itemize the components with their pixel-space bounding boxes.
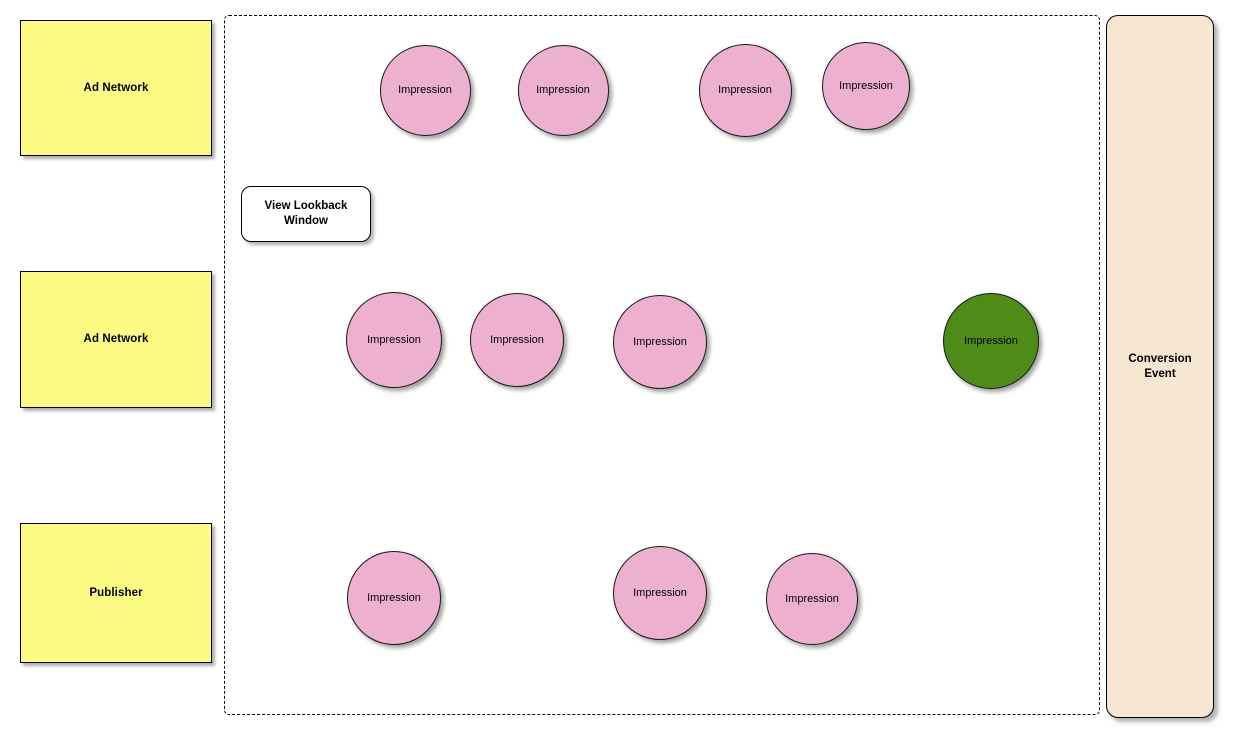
- conversion-label-line-2: Event: [1144, 367, 1176, 380]
- impression-node-label: Impression: [633, 335, 687, 348]
- impression-node-label: Impression: [785, 592, 839, 605]
- impression-node-label: Impression: [367, 333, 421, 346]
- impression-node: Impression: [766, 553, 858, 645]
- impression-node: Impression: [822, 42, 910, 130]
- impression-node: Impression: [379, 44, 471, 136]
- actor-box-label: Ad Network: [83, 81, 149, 94]
- impression-node: Impression: [470, 293, 564, 387]
- impression-node: Impression: [347, 551, 441, 645]
- actor-box-ad-network: Ad Network: [20, 271, 212, 408]
- view-lookback-window-callout: View Lookback Window: [241, 186, 371, 242]
- impression-node-label: Impression: [367, 591, 421, 604]
- impression-node: Impression: [698, 43, 792, 137]
- callout-label-line-2: Window: [284, 215, 328, 227]
- actor-box-label: Publisher: [89, 586, 143, 599]
- impression-node-attributed: Impression: [943, 293, 1039, 389]
- impression-node-label: Impression: [964, 334, 1018, 347]
- impression-node: Impression: [346, 292, 442, 388]
- actor-box-ad-network: Ad Network: [20, 20, 212, 156]
- callout-label-line-1: View Lookback: [264, 200, 348, 213]
- impression-node: Impression: [613, 546, 707, 640]
- diagram-canvas: Ad Network Ad Network Publisher View Lookb…: [0, 0, 1234, 741]
- actor-box-label: Ad Network: [83, 333, 149, 346]
- conversion-event-panel: Conversion Event: [1106, 15, 1214, 718]
- impression-node: Impression: [517, 44, 609, 136]
- conversion-event-label: Conversion Event: [1128, 352, 1191, 382]
- impression-node-label: Impression: [839, 79, 893, 92]
- impression-node: Impression: [613, 295, 707, 389]
- impression-node-label: Impression: [398, 83, 452, 96]
- impression-node-label: Impression: [633, 586, 687, 599]
- conversion-label-line-1: Conversion: [1128, 352, 1192, 365]
- view-lookback-window-callout-label: View Lookback Window: [265, 199, 348, 229]
- impression-node-label: Impression: [490, 333, 544, 346]
- actor-box-publisher: Publisher: [20, 523, 212, 663]
- impression-node-label: Impression: [718, 83, 772, 96]
- impression-node-label: Impression: [536, 83, 590, 96]
